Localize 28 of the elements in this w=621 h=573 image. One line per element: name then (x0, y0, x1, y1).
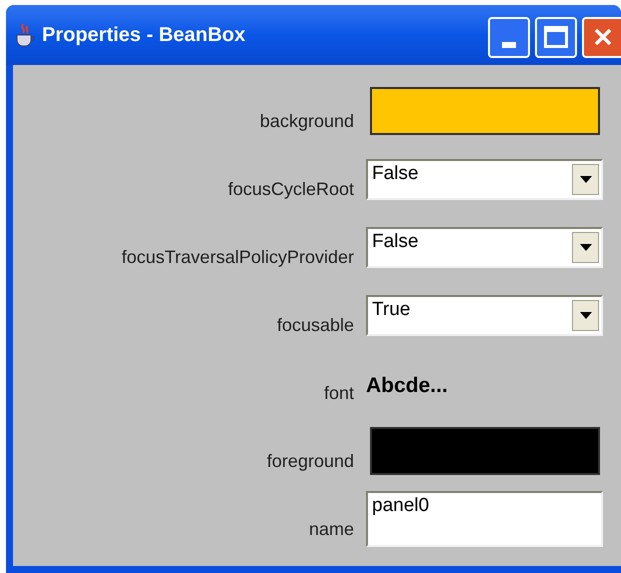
text-field[interactable]: panel0 (366, 491, 603, 547)
close-button[interactable] (582, 16, 621, 58)
property-label: focusTraversalPolicyProvider (120, 246, 355, 269)
dropdown[interactable]: True (366, 294, 603, 336)
property-label: name (308, 518, 355, 541)
dropdown[interactable]: False (366, 158, 603, 200)
property-label: focusable (276, 314, 355, 337)
minimize-button[interactable] (488, 16, 530, 58)
property-label: background (258, 110, 355, 133)
maximize-icon (544, 26, 568, 48)
property-label: foreground (266, 450, 355, 473)
dropdown-arrow-button[interactable] (572, 232, 599, 262)
caret-icon (580, 312, 592, 318)
dropdown[interactable]: False (366, 226, 603, 268)
property-label: focusCycleRoot (226, 178, 355, 201)
caret-icon (580, 244, 592, 250)
close-icon (592, 27, 612, 47)
dropdown-arrow-button[interactable] (572, 300, 599, 330)
caret-icon (580, 176, 592, 182)
color-swatch[interactable] (370, 87, 600, 135)
font-preview[interactable]: Abcde... (366, 370, 448, 417)
coffee-cup-icon (14, 22, 36, 48)
window-title: Properties - BeanBox (42, 23, 246, 48)
color-swatch[interactable] (370, 427, 600, 475)
property-label: font (322, 382, 355, 405)
dropdown-arrow-button[interactable] (572, 164, 599, 194)
maximize-button[interactable] (535, 16, 577, 58)
minimize-icon (502, 42, 516, 48)
